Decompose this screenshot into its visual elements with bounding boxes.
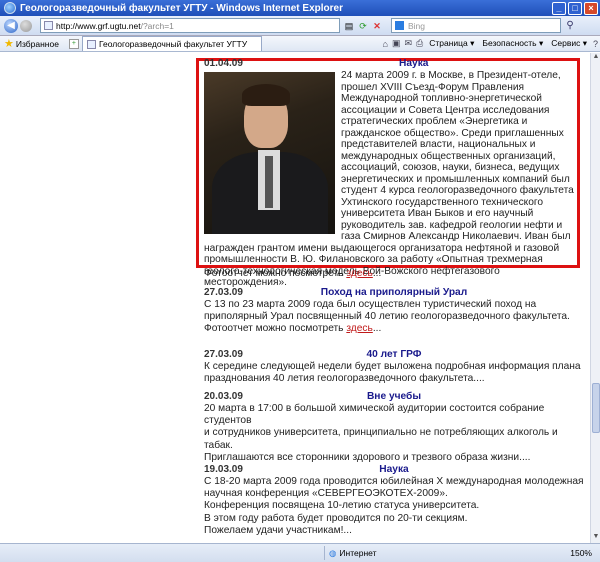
news-title: Наука (379, 464, 409, 475)
search-input[interactable]: Bing (391, 18, 561, 33)
news-title: Наука (399, 58, 429, 69)
command-bar: ★ Избранное + Геологоразведочный факульт… (0, 36, 600, 52)
photo-report-link[interactable]: здесь (346, 268, 372, 279)
status-bar: ◍ Интернет 150% (0, 543, 600, 562)
photo-link-prefix: Фотоотчет можно посмотреть (204, 323, 344, 335)
vertical-scrollbar[interactable]: ▲ ▼ (590, 53, 600, 543)
news-item: 19.03.09 Наука С 18-20 марта 2009 года п… (204, 464, 584, 537)
news-text: Пожелаем удачи участникам!... (204, 524, 352, 536)
maximize-button[interactable]: □ (568, 1, 582, 15)
zone-label: Интернет (339, 548, 377, 558)
bing-icon (395, 21, 404, 30)
add-favorite-icon[interactable]: + (68, 38, 79, 49)
news-text: С 13 по 23 марта 2009 года был осуществл… (204, 299, 570, 323)
scroll-thumb[interactable] (592, 383, 600, 433)
globe-icon: ◍ (329, 547, 337, 558)
news-item: 27.03.09 40 лет ГРФ К середине следующей… (204, 349, 584, 385)
favorites-star-icon[interactable]: ★ (4, 37, 14, 50)
photo-link-suffix: ... (372, 268, 382, 279)
close-button[interactable]: × (584, 1, 598, 15)
news-item-photo-link: Фотоотчет можно посмотреть здесь... (204, 268, 584, 280)
stop-icon[interactable]: ✕ (371, 20, 383, 32)
favorites-button[interactable]: Избранное (16, 39, 59, 49)
home-icon[interactable]: ⌂ (383, 39, 388, 49)
feeds-icon[interactable]: ▣ (392, 38, 401, 49)
news-text: С 18-20 марта 2009 года проводится юбиле… (204, 476, 584, 500)
news-item: 20.03.09 Вне учебы 20 марта в 17:00 в бо… (204, 391, 584, 464)
news-item-featured: 01.04.09 Наука 24 марта 2009 г. в Москве… (204, 58, 576, 289)
tab-current[interactable]: Геологоразведочный факультет УГТУ (81, 36, 262, 51)
news-text: и сотрудников университета, принципиальн… (204, 427, 558, 451)
page-icon (44, 21, 53, 30)
photo-report-link[interactable]: здесь (346, 323, 372, 334)
address-input[interactable]: http://www.grf.ugtu.net /?arch=1 (40, 18, 340, 33)
photo-link-prefix: Фотоотчет можно посмотреть (204, 268, 344, 279)
scroll-down-icon[interactable]: ▼ (591, 533, 600, 543)
url-path: /?arch=1 (140, 20, 174, 31)
news-date: 01.04.09 (204, 58, 243, 69)
address-bar-row: ◀ http://www.grf.ugtu.net /?arch=1 ▤ ⟳ ✕… (0, 16, 600, 36)
forward-button[interactable] (20, 19, 32, 32)
news-title: 40 лет ГРФ (366, 349, 422, 360)
news-text: Приглашаются все сторонники здорового и … (204, 451, 531, 463)
page-menu[interactable]: Страница ▾ (429, 38, 474, 49)
print-icon[interactable]: ⎙ (416, 38, 423, 49)
safety-menu[interactable]: Безопасность ▾ (482, 38, 543, 49)
student-photo (204, 72, 335, 234)
scroll-up-icon[interactable]: ▲ (591, 53, 600, 63)
news-text: К середине следующей недели будет выложе… (204, 361, 581, 385)
help-icon[interactable]: ? (593, 39, 598, 49)
news-text: Конференция посвящена 10-летию статуса у… (204, 500, 480, 512)
news-title: Вне учебы (366, 391, 422, 402)
tab-page-icon (86, 39, 96, 49)
refresh-icon[interactable]: ⟳ (357, 20, 369, 32)
back-button[interactable]: ◀ (4, 18, 18, 33)
search-icon[interactable]: ⚲ (563, 19, 577, 33)
window-title-bar: Геологоразведочный факультет УГТУ - Wind… (0, 0, 600, 16)
internet-explorer-icon (4, 2, 16, 14)
compatibility-icon[interactable]: ▤ (343, 20, 355, 32)
news-item: 27.03.09 Поход на приполярный Урал С 13 … (204, 287, 584, 336)
news-text: 20 марта в 17:00 в большой химической ау… (204, 403, 545, 427)
zoom-level[interactable]: 150% (570, 548, 592, 558)
tools-menu[interactable]: Сервис ▾ (551, 38, 587, 49)
window-title: Геологоразведочный факультет УГТУ - Wind… (20, 2, 343, 14)
search-placeholder: Bing (408, 20, 426, 31)
minimize-button[interactable]: _ (552, 1, 566, 15)
tab-title: Геологоразведочный факультет УГТУ (98, 39, 248, 49)
url-host: http://www.grf.ugtu.net (56, 20, 141, 31)
mail-icon[interactable]: ✉ (404, 38, 412, 49)
photo-link-suffix: ... (372, 323, 382, 335)
news-title: Поход на приполярный Урал (320, 287, 468, 298)
news-text: В этом году работа будет проводится по 2… (204, 512, 468, 524)
